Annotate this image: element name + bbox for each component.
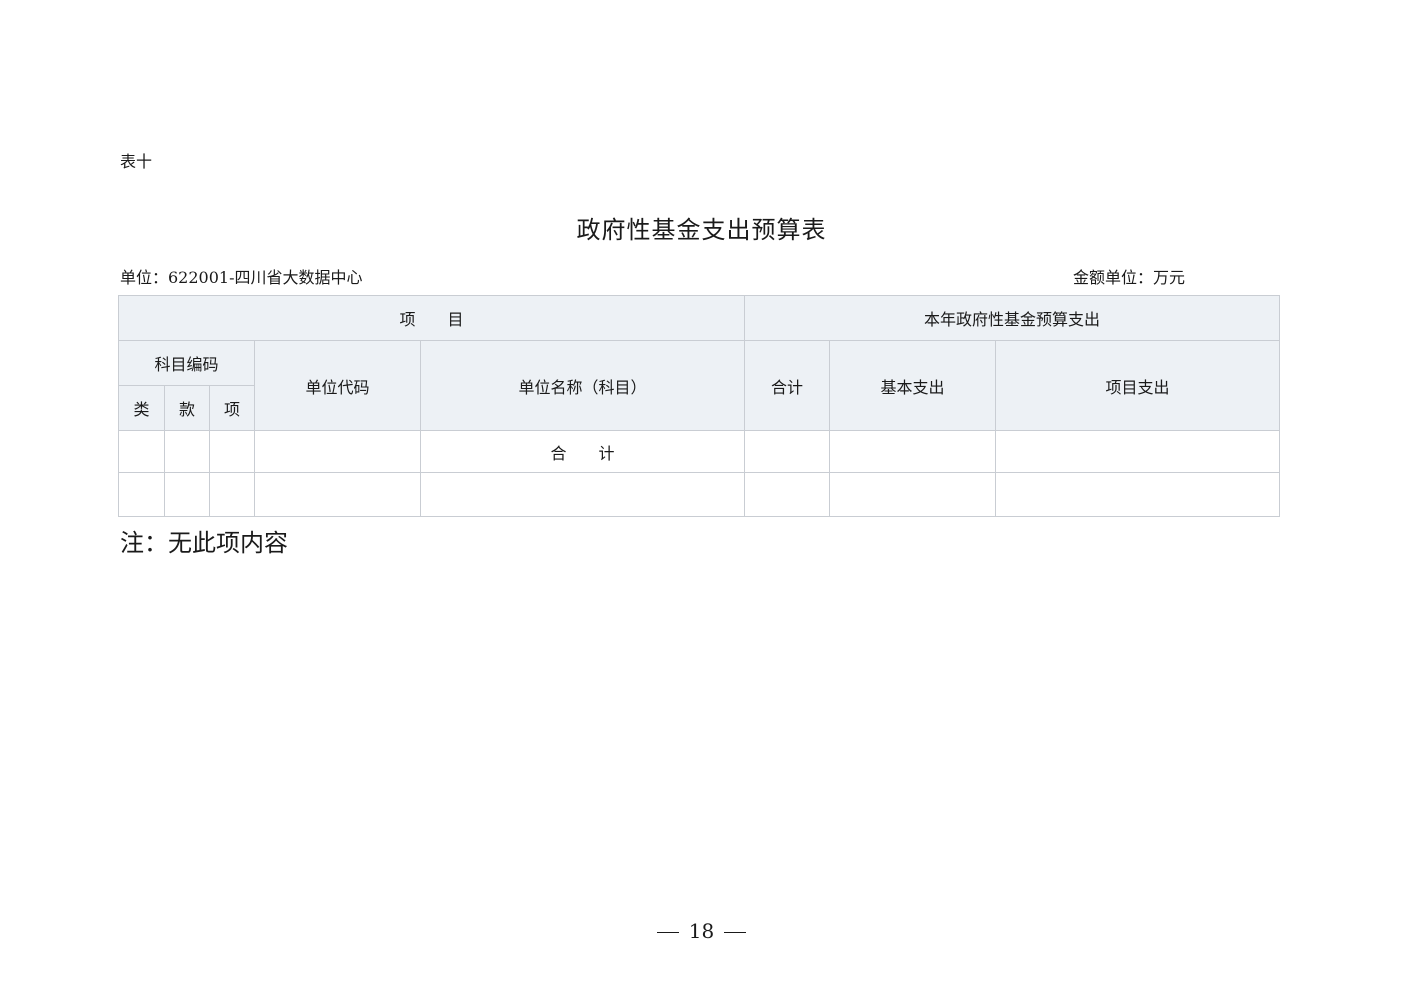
table-cell [419,472,746,517]
table-cell [744,430,831,473]
table-label: 表十 [120,152,153,171]
table-cell [744,472,831,517]
total-header: 合计 [744,340,831,431]
note-text: 注：无此项内容 [120,529,288,557]
total-row-label: 合 计 [419,430,746,473]
table-cell [995,430,1281,473]
table-cell [254,430,421,473]
header-budget-cell: 本年政府性基金预算支出 [744,295,1281,341]
table-cell [164,430,210,473]
unit-code-header: 单位代码 [254,340,421,431]
table-cell [209,430,255,473]
amount-unit-info: 金额单位：万元 [1073,268,1186,287]
table-cell [118,472,165,517]
budget-table: 项 目 本年政府性基金预算支出 科目编码 单位代码 单位名称（科目） 合计 基本… [117,295,1281,517]
header-item-cell: 项 目 [117,295,746,341]
table-row: 合 计 [118,430,1281,473]
subject-code-header: 科目编码 [118,340,255,386]
unit-info: 单位：622001-四川省大数据中心 [120,268,363,287]
table-cell [209,472,255,517]
page-title: 政府性基金支出预算表 [576,216,827,244]
page-number: 18 [0,918,1403,944]
table-cell [254,472,421,517]
table-cell [995,472,1281,517]
dash-right [724,932,747,933]
lei-header: 类 [118,385,165,431]
header-row-2: 科目编码 单位代码 单位名称（科目） 合计 基本支出 项目支出 [118,340,1281,431]
xiang-header: 项 [209,385,255,431]
unit-name-header: 单位名称（科目） [419,340,746,431]
table-row [118,472,1281,517]
dash-left [656,932,679,933]
header-row-1: 项 目 本年政府性基金预算支出 [117,295,1281,341]
table-cell [829,472,997,517]
table-cell [118,430,165,473]
table-cell [829,430,997,473]
table-cell [164,472,210,517]
page-number-value: 18 [688,919,715,943]
project-expense-header: 项目支出 [995,340,1281,431]
kuan-header: 款 [164,385,210,431]
basic-expense-header: 基本支出 [829,340,997,431]
